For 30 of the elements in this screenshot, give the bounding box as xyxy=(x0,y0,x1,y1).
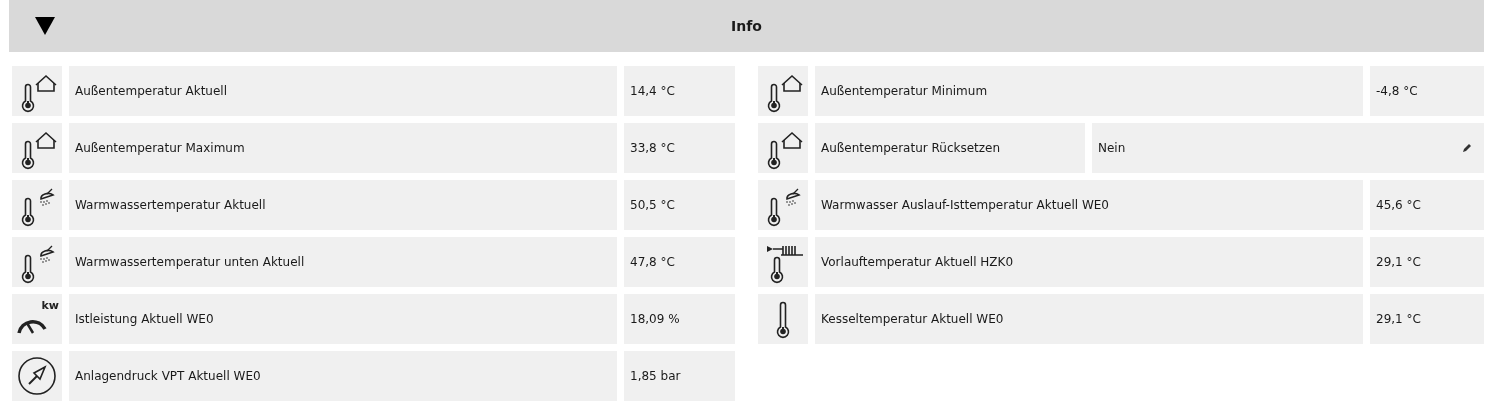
gauge-icon xyxy=(16,317,48,335)
label-text: Istleistung Aktuell WE0 xyxy=(75,312,214,326)
value-text: Nein xyxy=(1098,141,1126,155)
collapse-toggle[interactable] xyxy=(33,15,57,37)
label-text: Anlagendruck VPT Aktuell WE0 xyxy=(75,369,261,383)
value-text: 47,8 °C xyxy=(630,255,675,269)
section-title: Info xyxy=(731,18,762,34)
pressure-gauge-icon xyxy=(15,354,59,398)
value-text: 18,09 % xyxy=(630,312,680,326)
value-text: 45,6 °C xyxy=(1376,198,1421,212)
label-text: Außentemperatur Maximum xyxy=(75,141,245,155)
value-text: 29,1 °C xyxy=(1376,312,1421,326)
value-text: 1,85 bar xyxy=(630,369,681,383)
value-text: -4,8 °C xyxy=(1376,84,1418,98)
label-text: Außentemperatur Rücksetzen xyxy=(821,141,1001,155)
label-text: Außentemperatur Minimum xyxy=(821,84,988,98)
label-text: Warmwassertemperatur Aktuell xyxy=(75,198,266,212)
collapse-triangle-icon xyxy=(34,16,56,36)
label-text: Außentemperatur Aktuell xyxy=(75,84,227,98)
value-text: 33,8 °C xyxy=(630,141,675,155)
unit-label: kw xyxy=(41,300,59,311)
value-text: 14,4 °C xyxy=(630,84,675,98)
label-text: Kesseltemperatur Aktuell WE0 xyxy=(821,312,1004,326)
value-text: 50,5 °C xyxy=(630,198,675,212)
edit-button[interactable] xyxy=(1462,143,1472,153)
label-text: Warmwasser Auslauf-Isttemperatur Aktuell WE0 xyxy=(821,198,1109,212)
label-text: Warmwassertemperatur unten Aktuell xyxy=(75,255,305,269)
value-text: 29,1 °C xyxy=(1376,255,1421,269)
pencil-icon xyxy=(1462,143,1472,153)
label-text: Vorlauftemperatur Aktuell HZK0 xyxy=(821,255,1014,269)
